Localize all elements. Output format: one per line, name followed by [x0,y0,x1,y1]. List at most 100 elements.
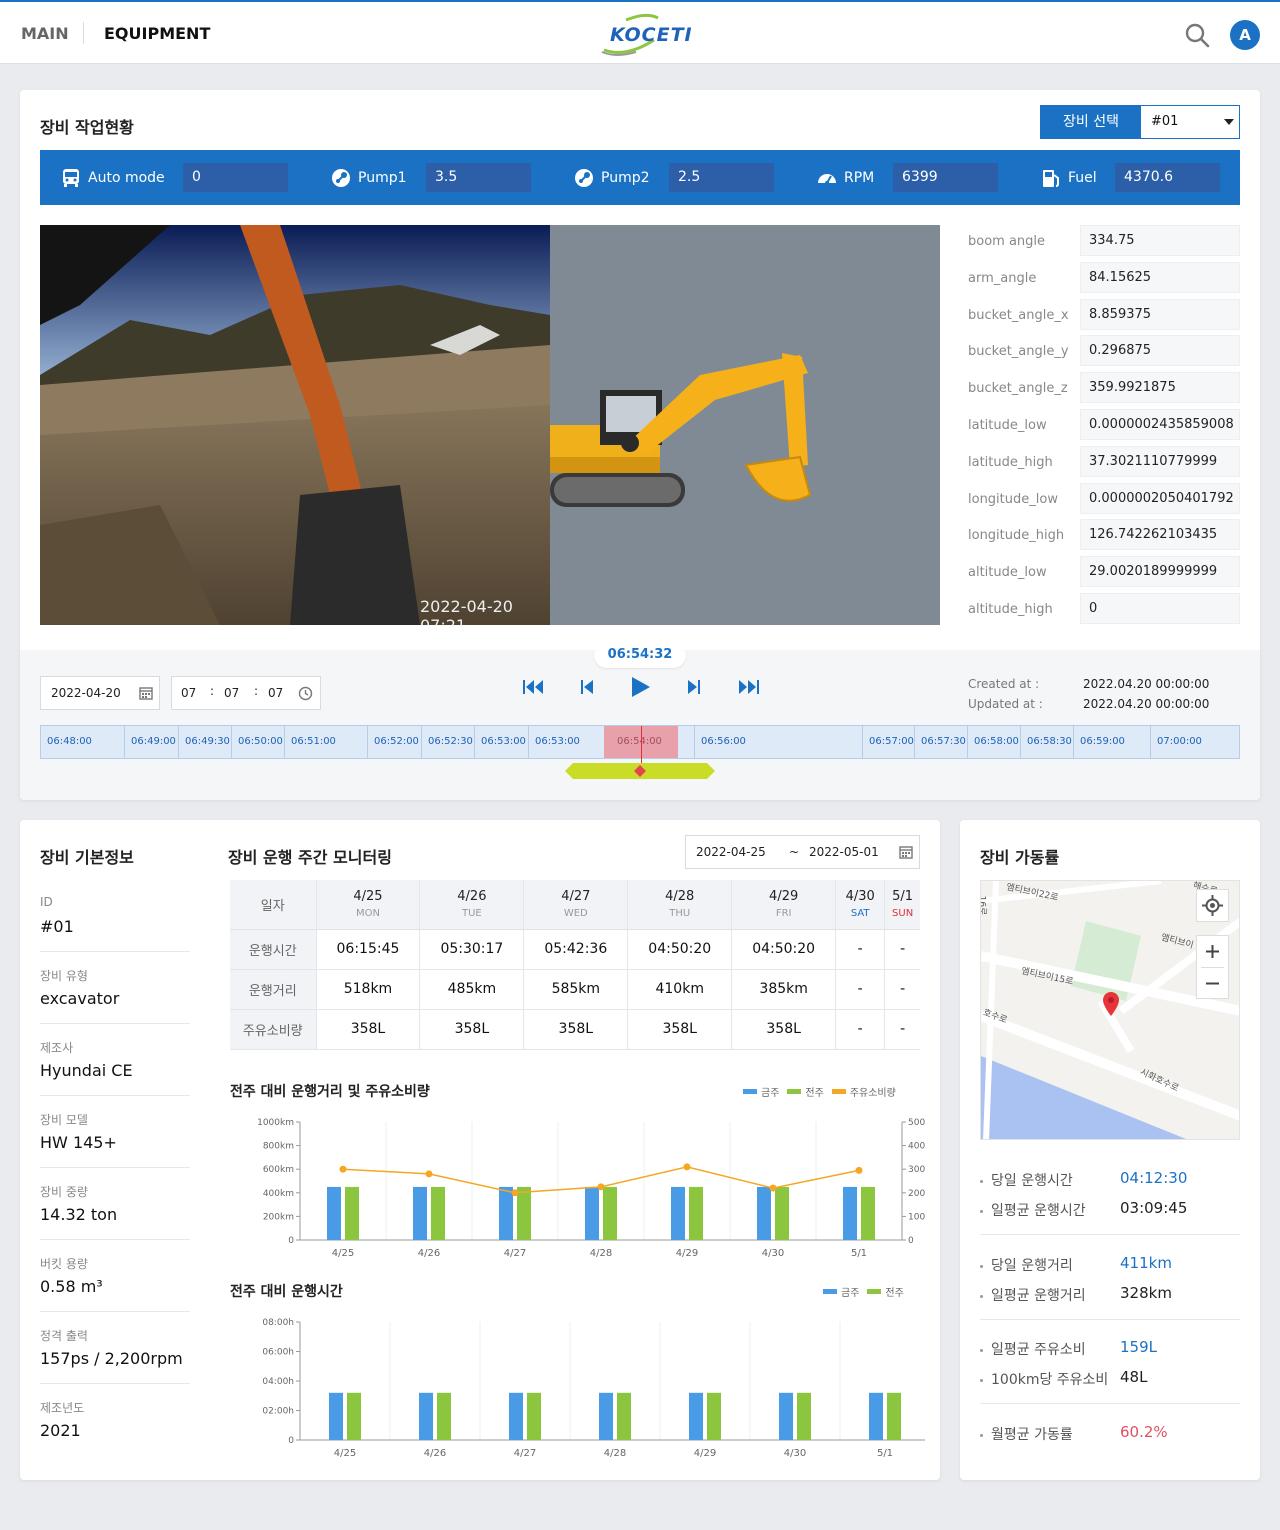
nav-main[interactable]: MAIN [21,24,69,43]
distance-fuel-chart: 0 200km 400km 600km 800km 1000km 0 100L 200L 300L… [257,1118,925,1259]
timeline-tick[interactable]: 06:49:00 [124,726,176,758]
status-label: RPM [844,169,875,186]
util-value: 328km [1120,1284,1172,1302]
x-tick-label: 4/29 [676,1248,698,1259]
equipment-select-label: 장비 선택 [1041,106,1141,138]
status-value: 2.5 [669,163,774,192]
x-tick-label: 4/26 [424,1448,446,1459]
avatar[interactable]: A [1230,20,1260,50]
koceti-logo[interactable]: KOCETI [596,12,692,58]
timeline-tick[interactable]: 06:49:30 [178,726,230,758]
info-label: 버킷 용량 [40,1257,88,1271]
timeline-tick[interactable]: 06:54:00 [611,726,662,758]
y-tick-label: 800km [263,1142,294,1152]
basic-info-title: 장비 기본정보 [40,848,134,867]
weekly-table: 일자 4/25 MON 4/26 TUE 4/27 WED 4/28 THU 4/29 F… [230,880,920,1050]
bar-this-week [599,1392,613,1440]
day-weekday: MON [355,908,380,920]
location-map[interactable]: 엠티브이22로 엠티브이15로 호수로 시화호수로 엠티브이 16로 해수로 [980,880,1240,1140]
table-cell: - [835,1009,885,1050]
timeline-tick[interactable]: 06:52:00 [367,726,419,758]
timeline-tick[interactable]: 06:58:00 [967,726,1019,758]
table-row: 운행거리 518km 485km 585km 410km 385km - - [230,969,920,1010]
legend-label: 전주 [805,1088,824,1099]
timeline-tick[interactable]: 06:51:00 [284,726,336,758]
bar-last-week [517,1186,531,1240]
prop-value: 0.0000002050401792 [1080,483,1240,514]
camera-timestamp: 2022-04-20 07:21 [420,597,513,625]
table-cell: 05:42:36 [523,929,628,970]
timeline-tick[interactable]: 06:59:00 [1073,726,1125,758]
step-back-icon[interactable] [573,673,601,701]
weekly-date-range[interactable]: 2022-04-25 ~ 2022-05-01 [685,835,920,869]
clock-icon[interactable] [298,686,313,701]
time-colon: : [210,684,215,698]
search-icon[interactable] [1184,22,1210,48]
col-header: 일자 [230,880,316,930]
step-forward-icon[interactable] [680,673,708,701]
timeline-range-handle[interactable] [565,762,715,780]
day-date: 4/29 [769,889,799,905]
gauge-icon [818,173,836,185]
map-locate-button[interactable] [1196,889,1229,922]
x-tick-label: 4/25 [332,1248,354,1259]
util-value: 04:12:30 [1120,1169,1188,1187]
status-value: 0 [183,163,288,192]
fuel-point [597,1183,605,1191]
skip-last-icon[interactable] [734,673,762,701]
prop-label: latitude_low [968,418,1047,433]
timeline-tick[interactable]: 06:53:00 [528,726,580,758]
bar-last-week [707,1392,721,1440]
day-header: 4/25 MON [315,880,420,930]
y-tick-label: 0 [288,1436,294,1446]
bar-last-week [527,1392,541,1440]
util-label: 월평균 가동률 [980,1424,1073,1444]
bar-this-week [413,1186,427,1240]
table-cell: 410km [627,969,732,1010]
fuel-point [425,1170,433,1178]
x-tick-label: 4/26 [418,1248,440,1259]
status-value: 4370.6 [1115,163,1220,192]
table-cell: 06:15:45 [315,929,420,970]
map-pin-icon[interactable] [1102,991,1120,1017]
timeline-tick[interactable]: 06:56:00 [694,726,746,758]
table-cell: 485km [419,969,524,1010]
playback-time-input[interactable]: 07 : 07 : 07 [171,676,321,710]
table-cell: 358L [627,1009,732,1050]
fuel-point [683,1163,691,1171]
timeline-bar[interactable]: 06:48:00 06:49:00 06:49:30 06:50:00 06:5… [40,725,1240,770]
day-header: 4/30 SAT [835,880,885,930]
chart1-legend: 금주 전주 주유소비량 [735,1084,896,1099]
timeline-tick[interactable]: 06:57:30 [914,726,966,758]
equipment-select[interactable]: 장비 선택 #01 [1040,105,1240,139]
play-icon[interactable] [626,673,654,701]
timeline-tick[interactable]: 06:48:00 [41,726,92,758]
legend-swatch [867,1289,882,1294]
calendar-icon[interactable] [139,686,153,700]
excavator-3d-view[interactable] [550,225,940,625]
playback-date-input[interactable]: 2022-04-20 [40,676,160,710]
timeline-tick[interactable]: 06:53:00 [474,726,526,758]
nav-equipment[interactable]: EQUIPMENT [104,24,210,43]
info-value: #01 [40,917,74,936]
timeline-tick[interactable]: 06:57:00 [862,726,914,758]
timeline-tick[interactable]: 07:00:00 [1150,726,1202,758]
current-time-bubble: 06:54:32 [594,642,686,668]
zoom-in-icon[interactable] [1197,936,1228,967]
timeline-tick[interactable]: 06:50:00 [231,726,283,758]
calendar-icon[interactable] [899,845,913,859]
prop-label: arm_angle [968,271,1037,286]
prop-value: 126.742262103435 [1080,519,1240,550]
util-divider [980,1234,1240,1235]
info-weekly-card: 장비 기본정보 ID #01 장비 유형 excavator 제조사 Hyund… [20,820,940,1480]
timeline-tick[interactable]: 06:58:30 [1020,726,1072,758]
equipment-select-value: #01 [1151,114,1179,129]
camera-view: 2022-04-20 07:21 [40,225,550,625]
bar-last-week [437,1392,451,1440]
status-label: Auto mode [88,169,165,186]
chart2-legend: 금주 전주 [815,1284,904,1299]
skip-first-icon[interactable] [520,673,548,701]
zoom-out-icon[interactable] [1197,968,1228,999]
timeline-tick[interactable]: 06:52:30 [421,726,473,758]
fuel-point [769,1184,777,1192]
